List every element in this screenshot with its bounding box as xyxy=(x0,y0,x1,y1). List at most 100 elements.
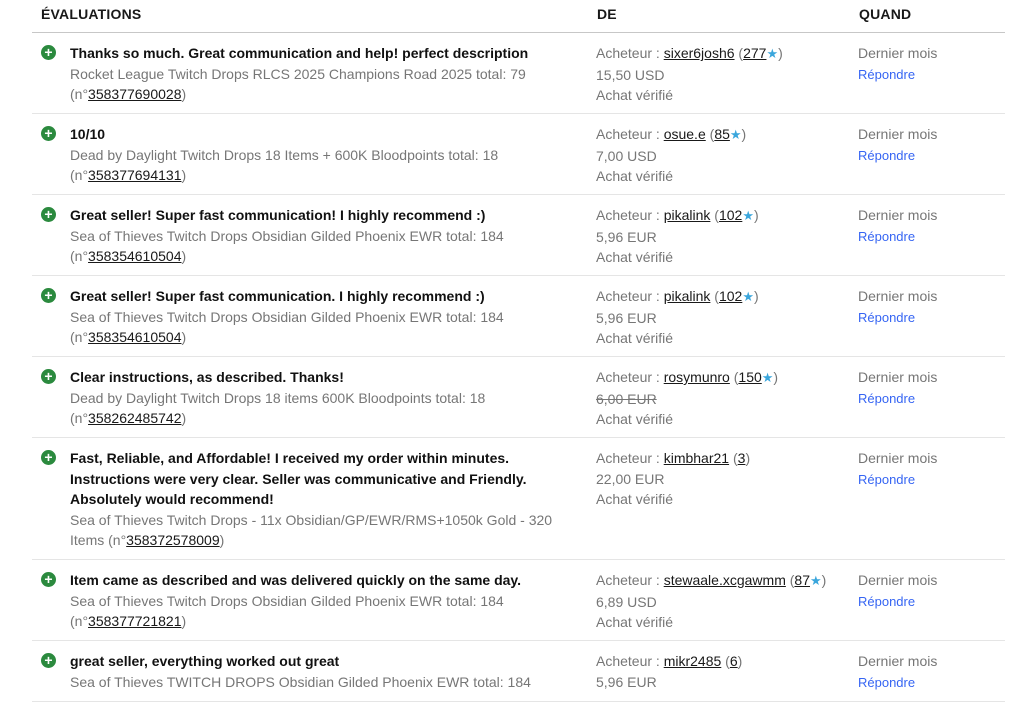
feedback-time: Dernier mois xyxy=(858,126,938,142)
plus-circle-icon: + xyxy=(41,450,56,465)
buyer-role: Acheteur : xyxy=(596,207,664,223)
buyer-username-link[interactable]: stewaale.xcgawmm xyxy=(664,572,786,588)
buyer-line: Acheteur : sixer6josh6 (277★) xyxy=(596,45,783,61)
comment-cell: Item came as described and was delivered… xyxy=(70,570,570,632)
buyer-role: Acheteur : xyxy=(596,653,664,669)
from-cell: Acheteur : stewaale.xcgawmm (87★) 6,89 US… xyxy=(596,570,826,633)
when-cell: Dernier mois Répondre xyxy=(858,205,937,247)
when-cell: Dernier mois Répondre xyxy=(858,570,937,612)
item-price: 7,00 USD xyxy=(596,147,657,164)
table-row: + Fast, Reliable, and Affordable! I recei… xyxy=(32,438,1005,560)
plus-circle-icon: + xyxy=(41,45,56,60)
verified-purchase: Achat vérifié xyxy=(596,411,674,427)
reply-link[interactable]: Répondre xyxy=(858,594,915,609)
buyer-score-link[interactable]: 277 xyxy=(743,45,766,61)
reply-link[interactable]: Répondre xyxy=(858,229,915,244)
item-title: Dead by Daylight Twitch Drops 18 items 6… xyxy=(70,389,486,406)
buyer-role: Acheteur : xyxy=(596,369,664,385)
item-title: Sea of Thieves Twitch Drops Obsidian Gil… xyxy=(70,592,504,609)
feedback-time: Dernier mois xyxy=(858,369,938,385)
item-number-link[interactable]: 358354610504 xyxy=(88,248,181,264)
item-description: Sea of Thieves Twitch Drops Obsidian Gil… xyxy=(70,592,504,630)
reply-link[interactable]: Répondre xyxy=(858,472,915,487)
buyer-username-link[interactable]: pikalink xyxy=(664,207,711,223)
plus-circle-icon: + xyxy=(41,572,56,587)
when-cell: Dernier mois Répondre xyxy=(858,651,937,693)
reply-link[interactable]: Répondre xyxy=(858,67,915,82)
table-header: ÉVALUATIONS DE QUAND xyxy=(32,0,1005,33)
when-cell: Dernier mois Répondre xyxy=(858,367,937,409)
buyer-score-link[interactable]: 85 xyxy=(714,126,730,142)
feedback-comment: 10/10 xyxy=(70,126,106,142)
verified-purchase: Achat vérifié xyxy=(596,330,674,346)
item-description: Sea of Thieves TWITCH DROPS Obsidian Gil… xyxy=(70,672,570,693)
buyer-line: Acheteur : kimbhar21 (3) xyxy=(596,450,751,466)
star-icon: ★ xyxy=(729,127,742,142)
buyer-score-link[interactable]: 150 xyxy=(738,369,761,385)
plus-circle-icon: + xyxy=(41,288,56,303)
comment-cell: great seller, everything worked out grea… xyxy=(70,651,570,692)
item-title: Dead by Daylight Twitch Drops 18 Items +… xyxy=(70,146,499,163)
buyer-username-link[interactable]: kimbhar21 xyxy=(664,450,729,466)
buyer-username-link[interactable]: osue.e xyxy=(664,126,706,142)
star-icon: ★ xyxy=(810,573,822,588)
buyer-username-link[interactable]: mikr2485 xyxy=(664,653,722,669)
feedback-comment: Great seller! Super fast communication. … xyxy=(70,288,485,304)
star-icon: ★ xyxy=(761,370,774,385)
buyer-score-link[interactable]: 87 xyxy=(794,572,810,588)
item-price: 6,89 USD xyxy=(596,593,657,610)
item-price: 5,96 EUR xyxy=(596,309,657,326)
when-cell: Dernier mois Répondre xyxy=(858,286,937,328)
plus-circle-icon: + xyxy=(41,653,56,668)
reply-link[interactable]: Répondre xyxy=(858,148,915,163)
item-price: 6,00 EUR xyxy=(596,390,657,407)
reply-link[interactable]: Répondre xyxy=(858,391,915,406)
from-cell: Acheteur : pikalink (102★) 5,96 EUR Achat … xyxy=(596,205,759,268)
when-cell: Dernier mois Répondre xyxy=(858,448,937,490)
item-description: Dead by Daylight Twitch Drops 18 items 6… xyxy=(70,389,486,427)
item-number-link[interactable]: 358354610504 xyxy=(88,329,181,345)
from-cell: Acheteur : rosymunro (150★) 6,00 EUR Achat… xyxy=(596,367,778,430)
feedback-comment: Great seller! Super fast communication! … xyxy=(70,207,486,223)
item-title: Rocket League Twitch Drops RLCS 2025 Cha… xyxy=(70,65,526,82)
plus-circle-icon: + xyxy=(41,369,56,384)
buyer-line: Acheteur : pikalink (102★) xyxy=(596,207,759,223)
feedback-table: ÉVALUATIONS DE QUAND + Thanks so much. Gr… xyxy=(32,0,1005,702)
item-number-link[interactable]: 358377690028 xyxy=(88,86,181,102)
buyer-role: Acheteur : xyxy=(596,572,664,588)
buyer-username-link[interactable]: pikalink xyxy=(664,288,711,304)
item-number-link[interactable]: 358377694131 xyxy=(88,167,181,183)
when-cell: Dernier mois Répondre xyxy=(858,43,937,85)
item-number-link[interactable]: 358262485742 xyxy=(88,410,181,426)
item-number-link[interactable]: 358372578009 xyxy=(126,532,219,548)
buyer-line: Acheteur : rosymunro (150★) xyxy=(596,369,779,385)
reply-link[interactable]: Répondre xyxy=(858,675,915,690)
from-cell: Acheteur : mikr2485 (6) 5,96 EUR xyxy=(596,651,742,692)
item-title: Sea of Thieves TWITCH DROPS Obsidian Gil… xyxy=(70,673,531,690)
table-row: + Clear instructions, as described. Thank… xyxy=(32,357,1005,438)
buyer-username-link[interactable]: sixer6josh6 xyxy=(664,45,735,61)
item-description: Sea of Thieves Twitch Drops Obsidian Gil… xyxy=(70,308,504,346)
star-icon: ★ xyxy=(766,46,779,61)
when-cell: Dernier mois Répondre xyxy=(858,124,937,166)
buyer-score-link[interactable]: 102 xyxy=(719,207,742,223)
from-cell: Acheteur : osue.e (85★) 7,00 USD Achat vér… xyxy=(596,124,746,187)
feedback-time: Dernier mois xyxy=(858,653,938,669)
comment-cell: Clear instructions, as described. Thanks… xyxy=(70,367,570,429)
comment-cell: Fast, Reliable, and Affordable! I receiv… xyxy=(70,448,570,551)
from-cell: Acheteur : sixer6josh6 (277★) 15,50 USD Ac… xyxy=(596,43,783,106)
buyer-score-link[interactable]: 102 xyxy=(719,288,742,304)
plus-circle-icon: + xyxy=(41,207,56,222)
reply-link[interactable]: Répondre xyxy=(858,310,915,325)
item-title: Sea of Thieves Twitch Drops Obsidian Gil… xyxy=(70,227,504,244)
table-row: + Great seller! Super fast communication.… xyxy=(32,276,1005,357)
feedback-comment: Thanks so much. Great communication and … xyxy=(70,45,529,61)
table-row: +10/10 Dead by Daylight Twitch Drops 18 I… xyxy=(32,114,1005,195)
buyer-line: Acheteur : stewaale.xcgawmm (87★) xyxy=(596,572,827,588)
buyer-score-link[interactable]: 3 xyxy=(738,450,746,466)
verified-purchase: Achat vérifié xyxy=(596,87,674,103)
feedback-time: Dernier mois xyxy=(858,207,938,223)
item-number-link[interactable]: 358377721821 xyxy=(88,613,181,629)
buyer-score-link[interactable]: 6 xyxy=(730,653,738,669)
buyer-username-link[interactable]: rosymunro xyxy=(664,369,730,385)
